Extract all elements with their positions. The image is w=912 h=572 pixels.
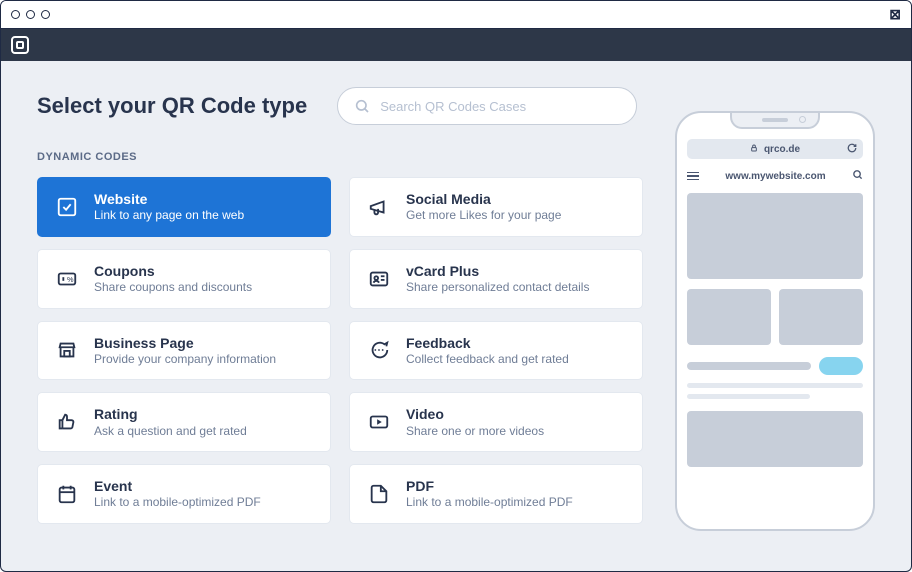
calendar-icon <box>54 481 80 507</box>
preview-block <box>687 289 771 345</box>
card-feedback[interactable]: Feedback Collect feedback and get rated <box>349 321 643 381</box>
card-subtitle: Ask a question and get rated <box>94 424 247 440</box>
page-title: Select your QR Code type <box>37 93 307 119</box>
preview-block <box>687 411 863 467</box>
preview-row <box>687 289 863 345</box>
card-social-media[interactable]: Social Media Get more Likes for your pag… <box>349 177 643 237</box>
section-label: DYNAMIC CODES <box>37 151 643 163</box>
card-business-page[interactable]: Business Page Provide your company infor… <box>37 321 331 381</box>
card-subtitle: Get more Likes for your page <box>406 208 561 224</box>
vcard-icon <box>366 266 392 292</box>
card-subtitle: Link to a mobile-optimized PDF <box>94 495 261 511</box>
card-subtitle: Provide your company information <box>94 352 276 368</box>
card-title: vCard Plus <box>406 262 589 280</box>
pdf-icon <box>366 481 392 507</box>
phone-speaker <box>762 118 788 122</box>
card-title: Business Page <box>94 334 276 352</box>
card-title: PDF <box>406 477 573 495</box>
thumbs-icon <box>54 409 80 435</box>
search-icon <box>354 98 370 114</box>
storefront-icon <box>54 337 80 363</box>
card-title: Event <box>94 477 261 495</box>
card-website[interactable]: Website Link to any page on the web <box>37 177 331 237</box>
brand-logo[interactable] <box>11 36 29 54</box>
window-controls <box>11 10 50 19</box>
card-title: Website <box>94 190 244 208</box>
svg-text:%: % <box>67 274 74 283</box>
card-rating[interactable]: Rating Ask a question and get rated <box>37 392 331 452</box>
preview-hero-block <box>687 193 863 279</box>
card-video[interactable]: Video Share one or more videos <box>349 392 643 452</box>
hamburger-icon[interactable] <box>687 172 699 181</box>
search-input[interactable] <box>380 99 620 114</box>
search-field[interactable] <box>337 87 637 125</box>
window-minimize-dot[interactable] <box>26 10 35 19</box>
coupon-icon: % <box>54 266 80 292</box>
phone-camera <box>799 116 806 123</box>
window-titlebar: ⊠ <box>1 1 911 29</box>
megaphone-icon <box>366 194 392 220</box>
close-icon[interactable]: ⊠ <box>889 6 901 23</box>
preview-pill-button[interactable] <box>819 357 863 375</box>
preview-line <box>687 383 863 388</box>
card-subtitle: Share personalized contact details <box>406 280 589 296</box>
preview-meta <box>687 357 863 375</box>
card-coupons[interactable]: % Coupons Share coupons and discounts <box>37 249 331 309</box>
card-subtitle: Collect feedback and get rated <box>406 352 569 368</box>
card-vcard-plus[interactable]: vCard Plus Share personalized contact de… <box>349 249 643 309</box>
card-subtitle: Share one or more videos <box>406 424 544 440</box>
window-zoom-dot[interactable] <box>41 10 50 19</box>
site-url: www.mywebsite.com <box>725 171 825 182</box>
preview-text-lines <box>687 383 863 399</box>
preview-line <box>687 394 810 399</box>
card-subtitle: Share coupons and discounts <box>94 280 252 296</box>
search-icon[interactable] <box>852 169 863 183</box>
site-nav: www.mywebsite.com <box>687 169 863 183</box>
card-pdf[interactable]: PDF Link to a mobile-optimized PDF <box>349 464 643 524</box>
window-close-dot[interactable] <box>11 10 20 19</box>
preview-block <box>779 289 863 345</box>
reload-icon[interactable] <box>847 143 857 156</box>
card-title: Social Media <box>406 190 561 208</box>
card-subtitle: Link to any page on the web <box>94 208 244 224</box>
card-title: Coupons <box>94 262 252 280</box>
browser-address-bar[interactable]: qrco.de <box>687 139 863 159</box>
address-domain: qrco.de <box>764 144 800 155</box>
preview-bar <box>687 362 811 370</box>
card-grid: Website Link to any page on the web Soci… <box>37 177 643 524</box>
website-icon <box>54 194 80 220</box>
card-title: Feedback <box>406 334 569 352</box>
lock-icon <box>750 144 758 155</box>
app-window: ⊠ Select your QR Code type DYNAMIC CODES <box>0 0 912 572</box>
card-title: Video <box>406 405 544 423</box>
video-icon <box>366 409 392 435</box>
app-header <box>1 29 911 61</box>
card-subtitle: Link to a mobile-optimized PDF <box>406 495 573 511</box>
card-title: Rating <box>94 405 247 423</box>
phone-preview: qrco.de www.mywebsite.com <box>675 111 875 531</box>
card-event[interactable]: Event Link to a mobile-optimized PDF <box>37 464 331 524</box>
chat-icon <box>366 337 392 363</box>
